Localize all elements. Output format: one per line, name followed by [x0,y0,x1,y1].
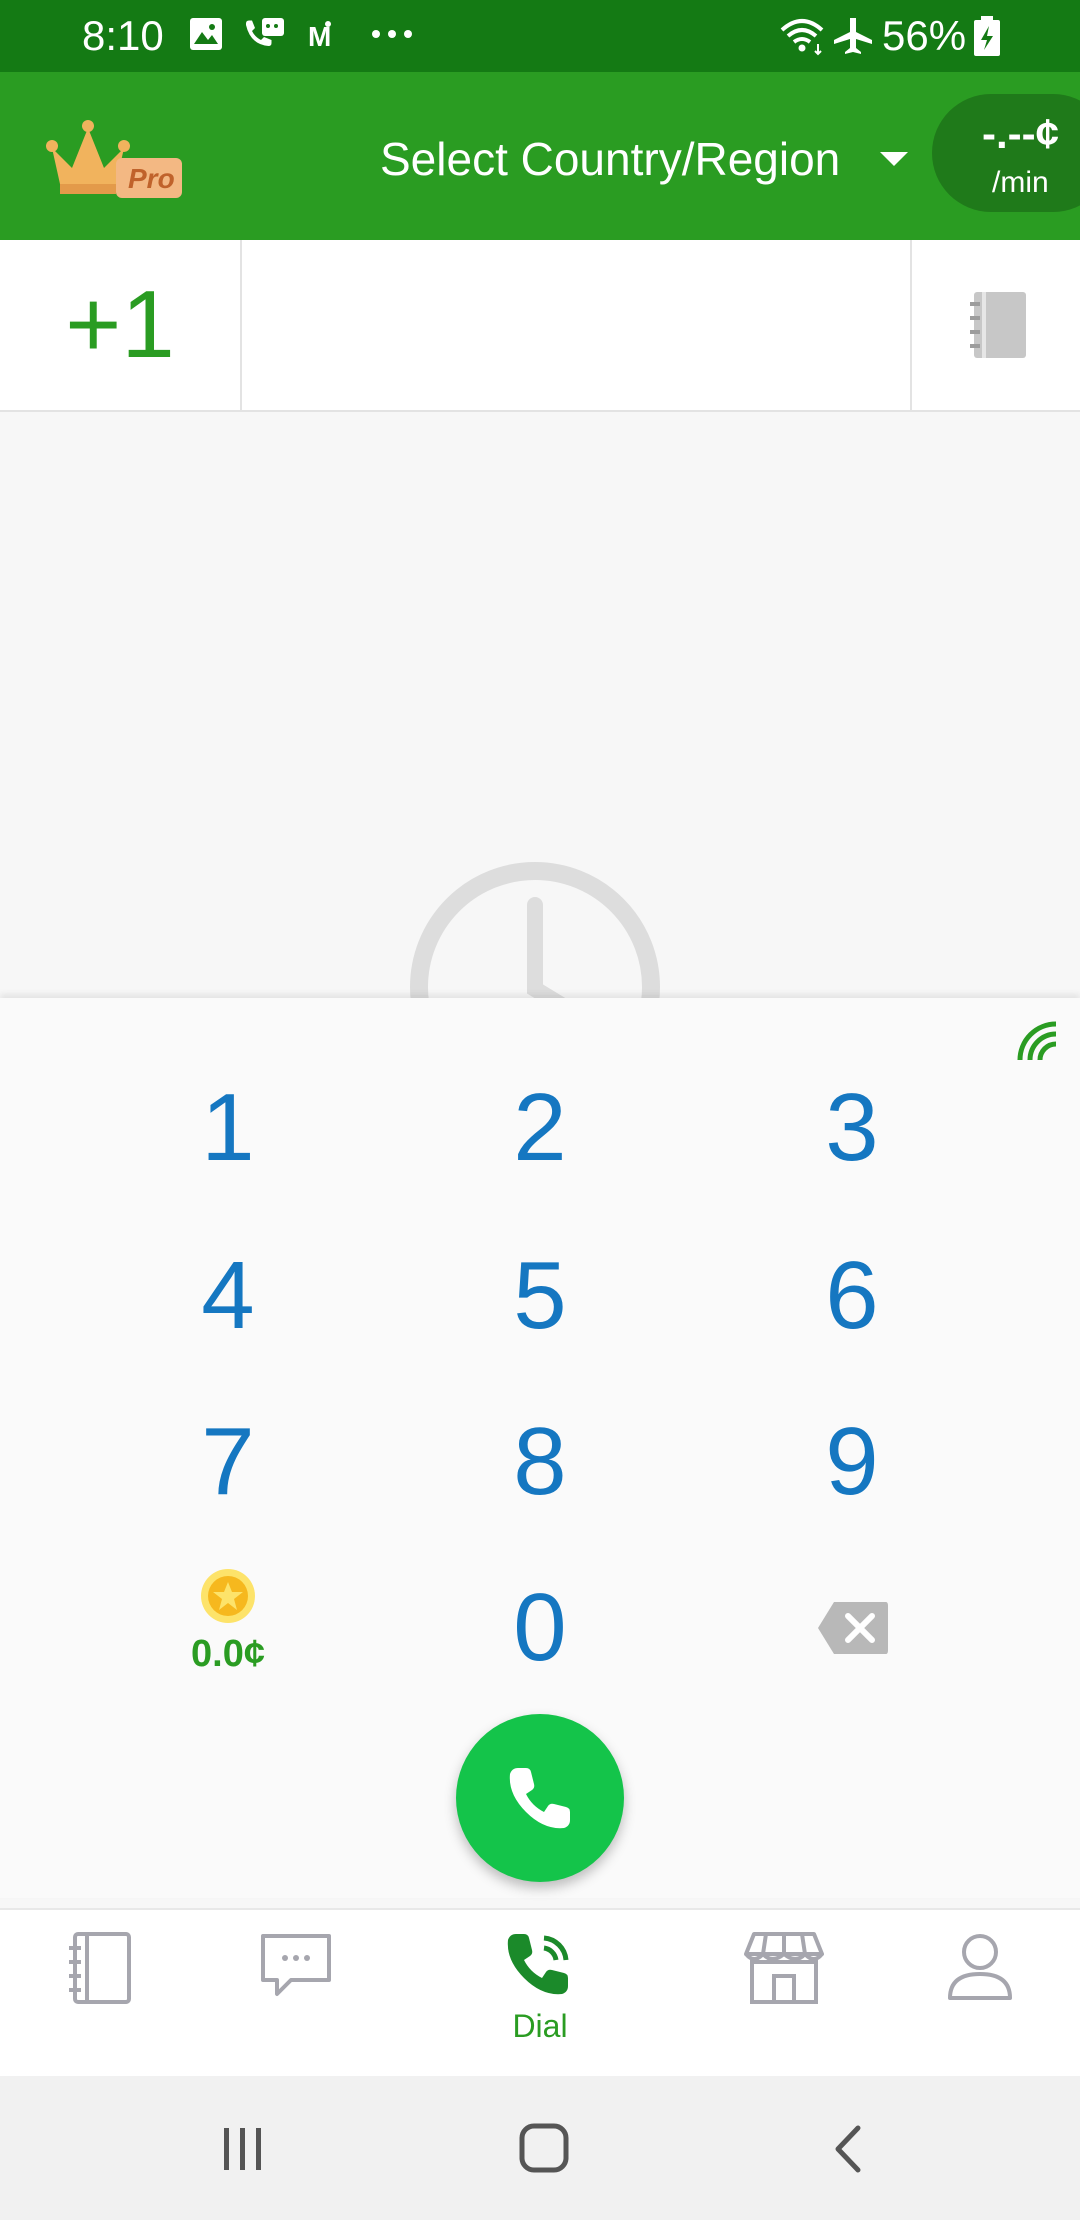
rate-pill: -.--¢ /min [932,94,1080,212]
dial-phone-icon [507,1934,569,1995]
chat-app-icon [246,18,284,46]
battery-icon [974,16,1000,56]
rate-unit: /min [992,166,1049,199]
contacts-button[interactable] [910,240,1080,410]
chevron-down-icon[interactable] [880,152,908,166]
battery-percent: 56% [882,12,967,59]
home-icon[interactable] [518,2122,570,2174]
recent-apps-icon[interactable] [220,2126,266,2172]
crown-logo-icon[interactable]: Pro [44,118,184,202]
image-icon [190,18,222,50]
signal-strength-icon [1017,1021,1057,1061]
profile-icon [948,1934,1012,2000]
call-button[interactable] [456,1714,624,1882]
wifi-icon [780,19,824,56]
gmail-icon: M [308,21,331,52]
nav-contacts[interactable] [30,1930,170,2060]
number-entry-row: +1 [0,240,1080,412]
nav-profile[interactable] [910,1930,1050,2060]
back-icon[interactable] [830,2124,866,2174]
coin-icon [201,1569,255,1623]
key-9[interactable]: 9 [702,1382,1002,1542]
key-4[interactable]: 4 [78,1216,378,1376]
contacts-book-icon [69,1932,131,2004]
key-5[interactable]: 5 [390,1216,690,1376]
message-bubble-icon [261,1934,331,1996]
key-1[interactable]: 1 [78,1048,378,1208]
rate-value: -.--¢ [982,110,1059,157]
nav-store[interactable] [714,1930,854,2060]
country-code[interactable]: +1 [0,240,242,410]
bottom-navigation: Dial [0,1908,1080,2078]
nav-messages[interactable] [226,1930,366,2060]
nav-dial-label: Dial [512,2008,568,2044]
balance-button[interactable]: 0.0¢ [168,1568,288,1676]
system-navigation-bar [0,2076,1080,2220]
key-2[interactable]: 2 [390,1048,690,1208]
phone-number-input[interactable] [242,240,910,410]
status-time: 8:10 [82,12,164,59]
airplane-icon [834,18,872,54]
status-bar: 8:10 M 56% [0,0,1080,72]
dial-keypad: 1 2 3 4 5 6 7 8 9 0 0.0¢ [0,998,1080,1898]
app-bar: Pro Select Country/Region -.--¢ /min [0,72,1080,240]
key-8[interactable]: 8 [390,1382,690,1542]
country-selector-label[interactable]: Select Country/Region [380,132,840,186]
store-icon [744,1932,824,2004]
nav-dial[interactable]: Dial [470,1930,610,2060]
more-dots-icon [372,30,412,38]
backspace-icon[interactable] [816,1600,890,1656]
balance-amount: 0.0¢ [191,1633,265,1675]
pro-badge-text: Pro [128,163,175,194]
address-book-icon [970,292,1026,358]
phone-icon [509,1768,570,1829]
key-6[interactable]: 6 [702,1216,1002,1376]
key-3[interactable]: 3 [702,1048,1002,1208]
key-0[interactable]: 0 [390,1548,690,1708]
key-7[interactable]: 7 [78,1382,378,1542]
